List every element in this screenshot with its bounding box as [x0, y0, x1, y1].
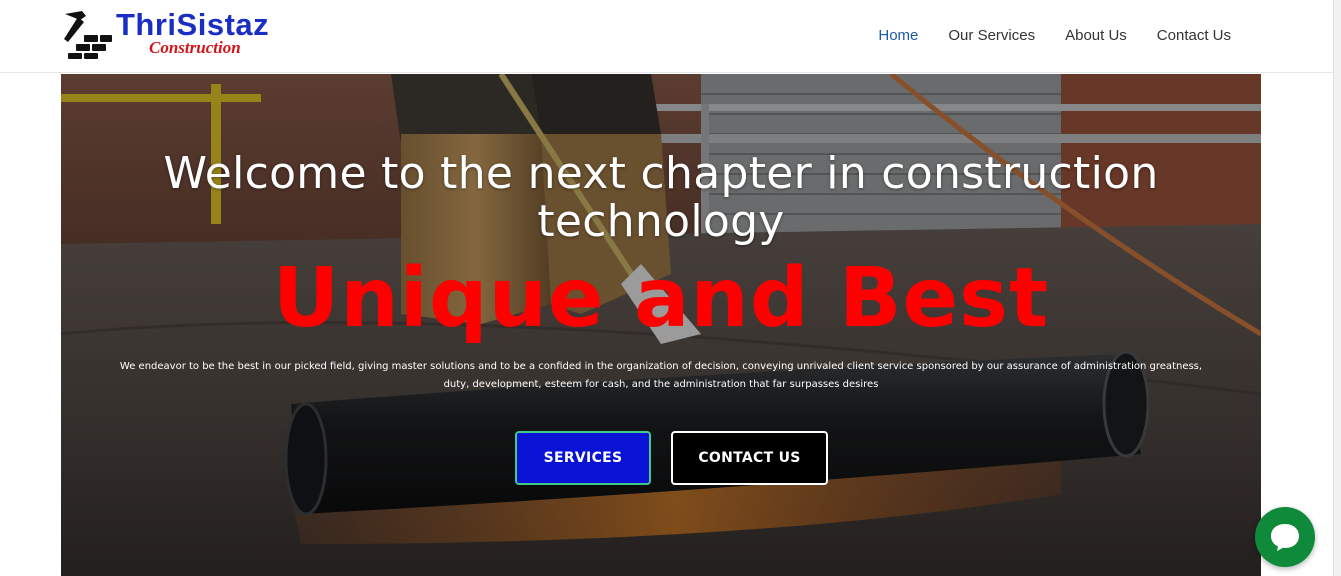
chat-bubble-icon	[1271, 524, 1299, 551]
nav-about-us[interactable]: About Us	[1050, 24, 1142, 48]
page-scrollbar[interactable]	[1333, 0, 1341, 576]
nav-home[interactable]: Home	[863, 24, 933, 48]
brand-subtitle: Construction	[149, 38, 241, 57]
hero-banner: Welcome to the next chapter in construct…	[61, 74, 1261, 576]
brand-logo[interactable]: ThriSistaz Construction	[62, 8, 312, 60]
chat-widget-button[interactable]	[1255, 507, 1315, 567]
contact-us-button[interactable]: CONTACT US	[671, 431, 828, 485]
hero-headline: Welcome to the next chapter in construct…	[163, 148, 1159, 247]
hero-description: We endeavor to be the best in our picked…	[119, 361, 1203, 390]
hero-tagline: Unique and Best	[272, 251, 1050, 346]
hammer-bricks-icon	[64, 11, 112, 59]
services-button[interactable]: SERVICES	[515, 431, 651, 485]
nav-our-services[interactable]: Our Services	[933, 24, 1050, 48]
site-header: ThriSistaz Construction Home Our Service…	[0, 0, 1341, 73]
main-nav: Home Our Services About Us Contact Us	[863, 24, 1246, 48]
brand-name: ThriSistaz	[116, 7, 270, 42]
nav-contact-us[interactable]: Contact Us	[1142, 24, 1246, 48]
